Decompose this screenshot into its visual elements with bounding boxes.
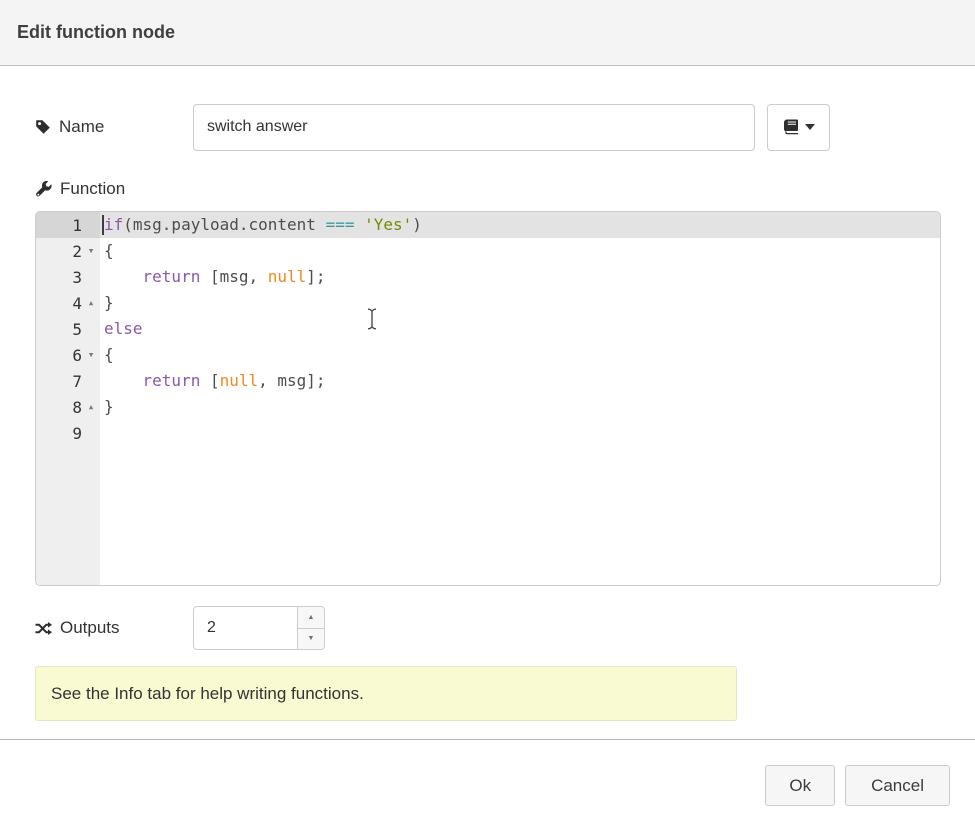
token-plain: {	[104, 345, 114, 364]
line-number: 6	[72, 346, 82, 365]
gutter-cell[interactable]: 3	[36, 264, 100, 290]
tag-icon	[35, 119, 51, 135]
fold-close-icon[interactable]: ▴	[82, 290, 100, 316]
token-plain: }	[104, 397, 114, 416]
spinner-down-button[interactable]: ▼	[298, 629, 324, 650]
line-number: 3	[72, 268, 82, 287]
function-label-row: Function	[35, 178, 941, 200]
spinner-buttons: ▲ ▼	[297, 607, 324, 649]
cancel-button[interactable]: Cancel	[845, 765, 950, 806]
gutter-cell[interactable]: 9	[36, 420, 100, 446]
code-line[interactable]	[104, 420, 940, 446]
book-icon	[782, 119, 800, 135]
gutter-cell[interactable]: 7	[36, 368, 100, 394]
token-keyword: return	[143, 267, 201, 286]
footer-buttons: Ok Cancel	[0, 740, 975, 806]
code-line[interactable]: if(msg.payload.content === 'Yes')	[100, 212, 940, 238]
dialog-header: Edit function node	[0, 0, 975, 66]
wrench-icon	[35, 181, 52, 198]
text-caret	[102, 215, 104, 235]
token-keyword: if	[104, 215, 123, 234]
gutter-cell[interactable]: 2▾	[36, 238, 100, 264]
gutter-cell[interactable]: 5	[36, 316, 100, 342]
outputs-label: Outputs	[60, 618, 120, 638]
name-input[interactable]	[193, 104, 755, 151]
editor-code[interactable]: if(msg.payload.content === 'Yes') { retur…	[100, 212, 940, 585]
token-plain	[104, 371, 143, 390]
token-constant: null	[220, 371, 259, 390]
spinner-up-icon: ▲	[308, 614, 315, 621]
code-line[interactable]: return [null, msg];	[104, 368, 940, 394]
shuffle-icon	[35, 621, 52, 636]
info-tip-text: See the Info tab for help writing functi…	[51, 684, 364, 704]
token-plain: [msg,	[200, 267, 267, 286]
outputs-spinner: ▲ ▼	[193, 606, 325, 650]
name-label-group: Name	[35, 117, 193, 137]
line-number: 4	[72, 294, 82, 313]
outputs-input[interactable]	[194, 607, 290, 649]
gutter-cell[interactable]: 8▴	[36, 394, 100, 420]
token-plain: {	[104, 241, 114, 260]
function-label: Function	[60, 179, 125, 199]
edit-function-node-dialog: Edit function node Name	[0, 0, 975, 824]
name-row: Name	[35, 103, 941, 151]
editor-gutter: 12▾34▴56▾78▴9	[36, 212, 100, 585]
token-operator: ===	[326, 215, 355, 234]
spinner-up-button[interactable]: ▲	[298, 607, 324, 629]
token-string: 'Yes'	[364, 215, 412, 234]
fold-close-icon[interactable]: ▴	[82, 394, 100, 420]
function-code-editor[interactable]: 12▾34▴56▾78▴9 if(msg.payload.content ===…	[35, 211, 941, 586]
token-plain: )	[412, 215, 422, 234]
line-number: 2	[72, 242, 82, 261]
token-plain	[354, 215, 364, 234]
name-label: Name	[59, 117, 104, 137]
outputs-row: Outputs ▲ ▼	[35, 606, 941, 650]
fold-open-icon[interactable]: ▾	[82, 238, 100, 264]
code-line[interactable]: else	[104, 316, 940, 342]
line-number: 8	[72, 398, 82, 417]
token-constant: null	[268, 267, 307, 286]
line-number: 7	[72, 372, 82, 391]
code-line[interactable]: }	[104, 290, 940, 316]
gutter-cell[interactable]: 6▾	[36, 342, 100, 368]
code-line[interactable]: {	[104, 238, 940, 264]
token-plain: (msg.payload.content	[123, 215, 325, 234]
line-number: 9	[72, 424, 82, 443]
code-line[interactable]: }	[104, 394, 940, 420]
chevron-down-icon	[805, 124, 815, 130]
code-line[interactable]: {	[104, 342, 940, 368]
token-plain: }	[104, 293, 114, 312]
library-button[interactable]	[767, 104, 830, 151]
token-keyword: return	[143, 371, 201, 390]
line-number: 1	[72, 216, 82, 235]
line-number: 5	[72, 320, 82, 339]
dialog-body: Name	[0, 103, 975, 721]
gutter-cell[interactable]: 1	[36, 212, 100, 238]
token-plain: ];	[306, 267, 325, 286]
dialog-footer: Ok Cancel	[0, 739, 975, 824]
token-keyword: else	[104, 319, 143, 338]
gutter-cell[interactable]: 4▴	[36, 290, 100, 316]
token-plain: , msg];	[258, 371, 325, 390]
fold-open-icon[interactable]: ▾	[82, 342, 100, 368]
function-label-group: Function	[35, 179, 193, 199]
info-tip: See the Info tab for help writing functi…	[35, 666, 737, 721]
dialog-title: Edit function node	[17, 22, 175, 43]
ok-button[interactable]: Ok	[765, 765, 835, 806]
spinner-down-icon: ▼	[308, 635, 315, 642]
outputs-label-group: Outputs	[35, 618, 193, 638]
token-plain: [	[200, 371, 219, 390]
token-plain	[104, 267, 143, 286]
code-line[interactable]: return [msg, null];	[104, 264, 940, 290]
